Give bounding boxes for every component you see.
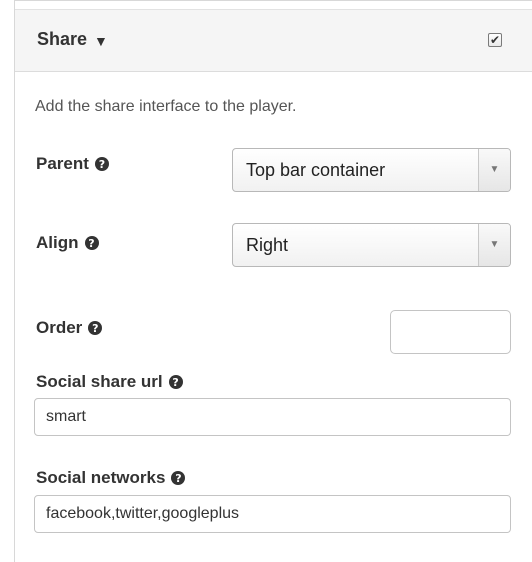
order-label: Order [36, 318, 83, 337]
section-description: Add the share interface to the player. [35, 98, 297, 115]
social-networks-input[interactable]: facebook,twitter,googleplus [34, 495, 511, 533]
parent-dropdown-button[interactable]: ▼ [478, 149, 510, 191]
social-networks-value: facebook,twitter,googleplus [46, 505, 240, 522]
social-networks-label: Social networks [36, 468, 166, 487]
align-label-group: Align ? [36, 233, 99, 253]
share-section-toggle[interactable]: Share ▼ [37, 29, 108, 50]
order-input[interactable] [390, 310, 511, 354]
question-circle-icon[interactable]: ? [94, 157, 109, 171]
chevron-down-icon: ▼ [489, 239, 500, 250]
social-share-url-value: smart [46, 408, 86, 425]
social-networks-label-group: Social networks ? [36, 468, 186, 488]
align-dropdown-button[interactable]: ▼ [478, 224, 510, 266]
align-label: Align [36, 233, 79, 252]
share-enabled-checkbox[interactable]: ✔ [488, 33, 502, 47]
caret-down-icon: ▼ [94, 32, 108, 49]
chevron-down-icon: ▼ [489, 164, 500, 175]
parent-select[interactable]: Top bar container ▼ [232, 148, 511, 192]
share-section-header: Share ▼ ✔ [15, 9, 532, 72]
align-select[interactable]: Right ▼ [232, 223, 511, 267]
parent-label-group: Parent ? [36, 154, 109, 174]
question-circle-icon[interactable]: ? [168, 375, 183, 389]
parent-label: Parent [36, 154, 89, 173]
question-circle-icon[interactable]: ? [84, 236, 99, 250]
order-label-group: Order ? [36, 318, 103, 338]
align-selected-value: Right [246, 235, 289, 255]
parent-selected-value: Top bar container [246, 160, 386, 180]
social-share-url-label-group: Social share url ? [36, 372, 183, 392]
social-share-url-label: Social share url [36, 372, 163, 391]
question-circle-icon[interactable]: ? [88, 321, 103, 335]
share-settings-panel: Share ▼ ✔ Add the share interface to the… [14, 0, 532, 562]
question-circle-icon[interactable]: ? [171, 471, 186, 485]
section-title: Share [37, 29, 88, 49]
check-icon: ✔ [489, 32, 501, 47]
social-share-url-input[interactable]: smart [34, 398, 511, 436]
